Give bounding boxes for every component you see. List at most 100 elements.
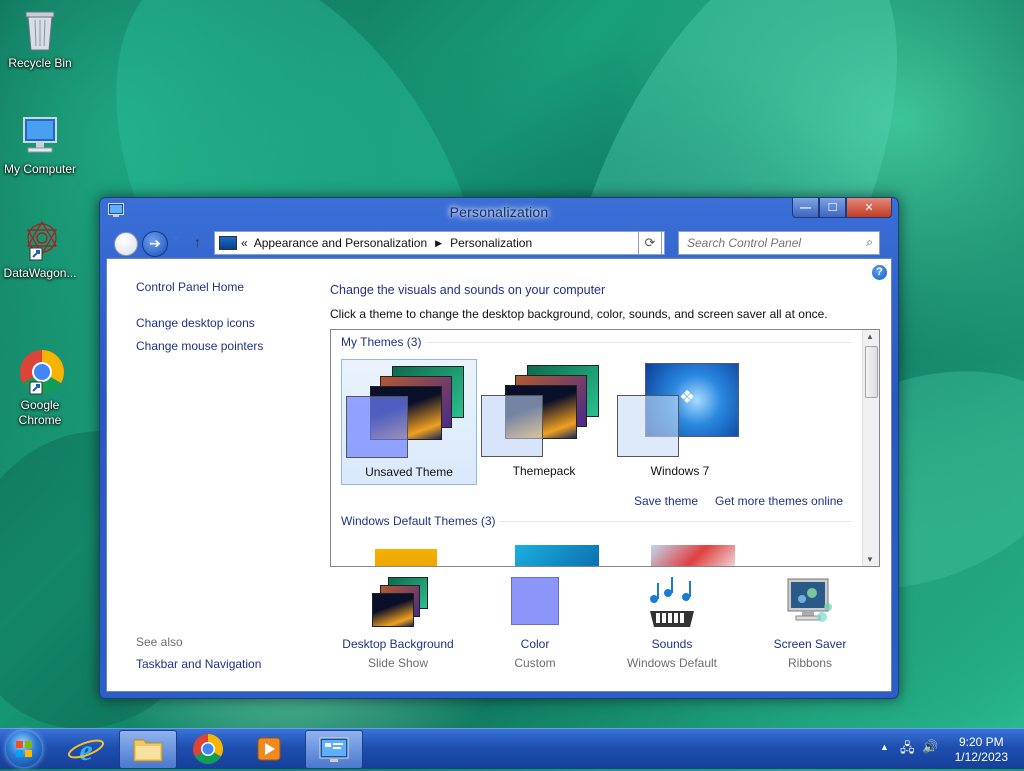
search-input[interactable] [685,232,859,254]
maximize-button[interactable]: ☐ [819,198,846,218]
screen-saver-item[interactable]: Screen Saver Ribbons [740,577,880,670]
control-panel-icon [219,236,237,250]
taskbar-navigation-link[interactable]: Taskbar and Navigation [136,657,261,671]
volume-icon[interactable]: 🔊 [922,739,938,755]
control-panel-icon [319,737,349,762]
network-icon[interactable]: 🖧 [900,739,915,761]
change-desktop-icons-link[interactable]: Change desktop icons [136,316,255,330]
svg-text:e: e [79,734,92,767]
desktop-icon-recycle-bin[interactable]: Recycle Bin [0,6,80,71]
recycle-bin-icon [16,6,64,54]
personalization-window: Personalization — ☐ ✕ ➔ ▼ ↑ « Appearance… [99,197,899,699]
control-panel-home-link[interactable]: Control Panel Home [136,280,244,294]
window-content: ? Control Panel Home Change desktop icon… [106,258,892,692]
clock-time: 9:20 PM [958,735,1004,749]
scroll-up-icon[interactable]: ▲ [866,332,874,341]
up-arrow-icon[interactable]: ↑ [194,234,201,250]
forward-button[interactable]: ➔ [142,231,168,257]
breadcrumb-overflow[interactable]: « [241,236,248,250]
help-icon[interactable]: ? [872,265,887,280]
desktop-background-label[interactable]: Desktop Background [328,637,468,651]
desktop-background-item[interactable]: Desktop Background Slide Show [328,577,468,670]
default-theme-thumbnail[interactable] [515,545,599,566]
refresh-button[interactable]: ⟳ [638,231,662,255]
theme-name: Unsaved Theme [365,465,453,479]
sounds-label[interactable]: Sounds [602,637,742,651]
theme-name: Windows 7 [650,464,710,478]
color-item[interactable]: Color Custom [465,577,605,670]
desktop-background-icon [370,577,428,633]
color-icon [507,577,563,633]
taskbar-media-player[interactable] [241,730,297,767]
search-box[interactable]: ⌕ [678,231,880,255]
desktop-icon-my-computer[interactable]: My Computer [0,112,80,177]
theme-tile-unsaved[interactable]: Unsaved Theme [341,359,477,485]
desktop-icon-datawagon[interactable]: DataWagon... [0,216,80,281]
desktop-icon-label: My Computer [3,162,77,176]
sounds-item[interactable]: Sounds Windows Default [602,577,742,670]
close-button[interactable]: ✕ [846,198,892,218]
clock-date: 1/12/2023 [954,750,1008,764]
desktop-icon-label: DataWagon... [3,266,77,280]
desktop-background-value: Slide Show [367,656,429,670]
change-mouse-pointers-link[interactable]: Change mouse pointers [136,339,263,353]
scrollbar-thumb[interactable] [865,346,878,398]
sounds-icon [644,577,700,633]
default-theme-thumbnail[interactable] [375,549,437,566]
screen-saver-value: Ribbons [787,656,833,670]
navigation-bar: ➔ ▼ ↑ « Appearance and Personalization ▶… [106,228,892,258]
taskbar-google-chrome[interactable] [180,730,236,767]
chrome-icon [16,333,64,395]
windows-logo-icon: ❖ [679,387,696,407]
chrome-icon [193,734,224,765]
system-tray: ▲ 🖧 🔊 9:20 PM 1/12/2023 [864,729,1024,769]
folder-icon [133,739,163,762]
desktop-icon-google-chrome[interactable]: Google Chrome [0,318,80,443]
clock[interactable]: 9:20 PM 1/12/2023 [955,735,1008,765]
screen-saver-label[interactable]: Screen Saver [740,637,880,651]
default-theme-thumbnail[interactable] [651,545,735,566]
theme-tile-themepack[interactable]: Themepack [477,359,611,483]
themes-list: My Themes (3) Unsaved Theme Themepack ❖ … [330,329,880,567]
media-player-icon [257,737,281,761]
color-swatch [481,395,543,457]
theme-tile-windows7[interactable]: ❖ Windows 7 [613,359,747,483]
desktop-icon-label: Google Chrome [18,398,62,427]
screen-saver-icon [782,577,838,633]
computer-icon [16,112,64,160]
themes-scrollbar[interactable]: ▲ ▼ [862,330,879,566]
save-theme-link[interactable]: Save theme [634,494,698,508]
see-also-label: See also [136,635,183,649]
breadcrumb-personalization[interactable]: Personalization [450,236,532,250]
color-swatch [346,396,408,458]
breadcrumb-appearance[interactable]: Appearance and Personalization [254,236,427,250]
taskbar-control-panel[interactable] [305,730,363,769]
get-more-themes-link[interactable]: Get more themes online [715,494,843,508]
datawagon-icon [16,216,64,264]
group-divider [426,342,851,343]
page-description: Click a theme to change the desktop back… [330,307,828,321]
group-divider [499,521,851,522]
taskbar: e ▲ 🖧 🔊 9:20 PM 1/12/2023 [0,728,1024,769]
desktop-icon-label: Recycle Bin [8,56,72,70]
window-title: Personalization [449,204,549,220]
color-label[interactable]: Color [465,637,605,651]
taskbar-internet-explorer[interactable]: e [58,730,114,767]
recent-pages-dropdown-icon[interactable]: ▼ [171,234,181,245]
color-value: Custom [514,656,556,670]
page-title: Change the visuals and sounds on your co… [330,283,606,297]
scroll-down-icon[interactable]: ▼ [866,555,874,564]
taskbar-file-explorer[interactable] [119,730,177,769]
default-themes-label: Windows Default Themes (3) [341,514,496,528]
back-button[interactable] [114,232,138,256]
breadcrumb-separator-icon[interactable]: ▶ [435,238,442,249]
internet-explorer-icon: e [67,734,105,767]
show-hidden-icons-icon[interactable]: ▲ [880,742,889,752]
search-icon[interactable]: ⌕ [866,235,873,250]
windows-logo-icon [16,741,32,757]
caption-buttons: — ☐ ✕ [792,198,892,218]
start-button[interactable] [6,731,42,767]
color-swatch [617,395,679,457]
minimize-button[interactable]: — [792,198,819,218]
address-bar[interactable]: « Appearance and Personalization ▶ Perso… [214,231,665,255]
